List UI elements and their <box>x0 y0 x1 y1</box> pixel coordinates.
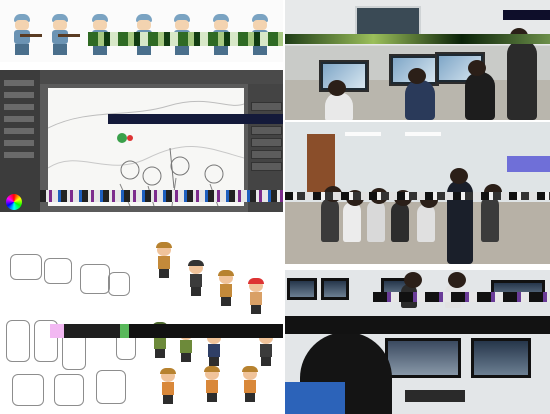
line-art-sketch <box>47 100 245 207</box>
monitor <box>287 278 317 300</box>
monitor <box>471 338 531 378</box>
cartoon-soldier <box>154 242 174 278</box>
soldier-sprite <box>6 14 42 58</box>
color-wheel-icon <box>6 194 22 210</box>
monitor <box>385 338 461 378</box>
drawing-software-panel <box>0 70 283 212</box>
sketch-figure <box>6 320 30 362</box>
student <box>343 190 364 242</box>
tool-panel <box>0 70 40 212</box>
sketch-canvas <box>47 88 245 207</box>
sketch-figure <box>108 272 130 296</box>
glitch-band <box>285 192 550 200</box>
sketch-figure <box>10 254 42 280</box>
sketch-figure <box>80 264 110 294</box>
cartoon-soldier <box>246 278 266 314</box>
ceiling-light <box>345 132 381 136</box>
character-sheet-panel <box>0 220 283 414</box>
person <box>325 80 353 120</box>
glitch-grass-band <box>88 32 283 46</box>
person <box>405 68 435 120</box>
computer-lab-panel <box>285 270 550 414</box>
ceiling-light <box>405 132 441 136</box>
cartoon-soldier <box>240 366 260 402</box>
office-photo-panel <box>285 0 550 120</box>
glitch-band <box>503 10 550 20</box>
person <box>507 28 537 120</box>
glitch-band <box>373 292 550 302</box>
keyboard <box>405 390 465 402</box>
student <box>481 184 502 242</box>
glitch-band <box>40 190 283 202</box>
soldier-sprite <box>44 14 80 58</box>
student <box>417 192 438 242</box>
sketch-figure <box>54 374 84 406</box>
cartoon-soldier <box>202 366 222 402</box>
sketch-figure <box>12 374 44 406</box>
glitch-band <box>108 114 283 124</box>
sprite-strip-panel <box>0 0 283 62</box>
glitch-band <box>507 156 550 172</box>
classroom-photo-panel <box>285 122 550 264</box>
sketch-figure <box>44 258 72 284</box>
student-shirt <box>285 382 345 414</box>
glitch-band <box>285 34 550 44</box>
menu-bar <box>40 70 283 84</box>
person <box>465 60 495 120</box>
glitch-band <box>285 316 550 334</box>
sketch-figure <box>96 370 126 404</box>
glitch-band <box>50 324 283 338</box>
cartoon-soldier <box>216 270 236 306</box>
monitor <box>321 278 349 300</box>
student <box>367 188 388 242</box>
student <box>391 190 412 242</box>
student <box>321 186 342 242</box>
cartoon-soldier <box>186 260 206 296</box>
cartoon-soldier <box>158 368 178 404</box>
